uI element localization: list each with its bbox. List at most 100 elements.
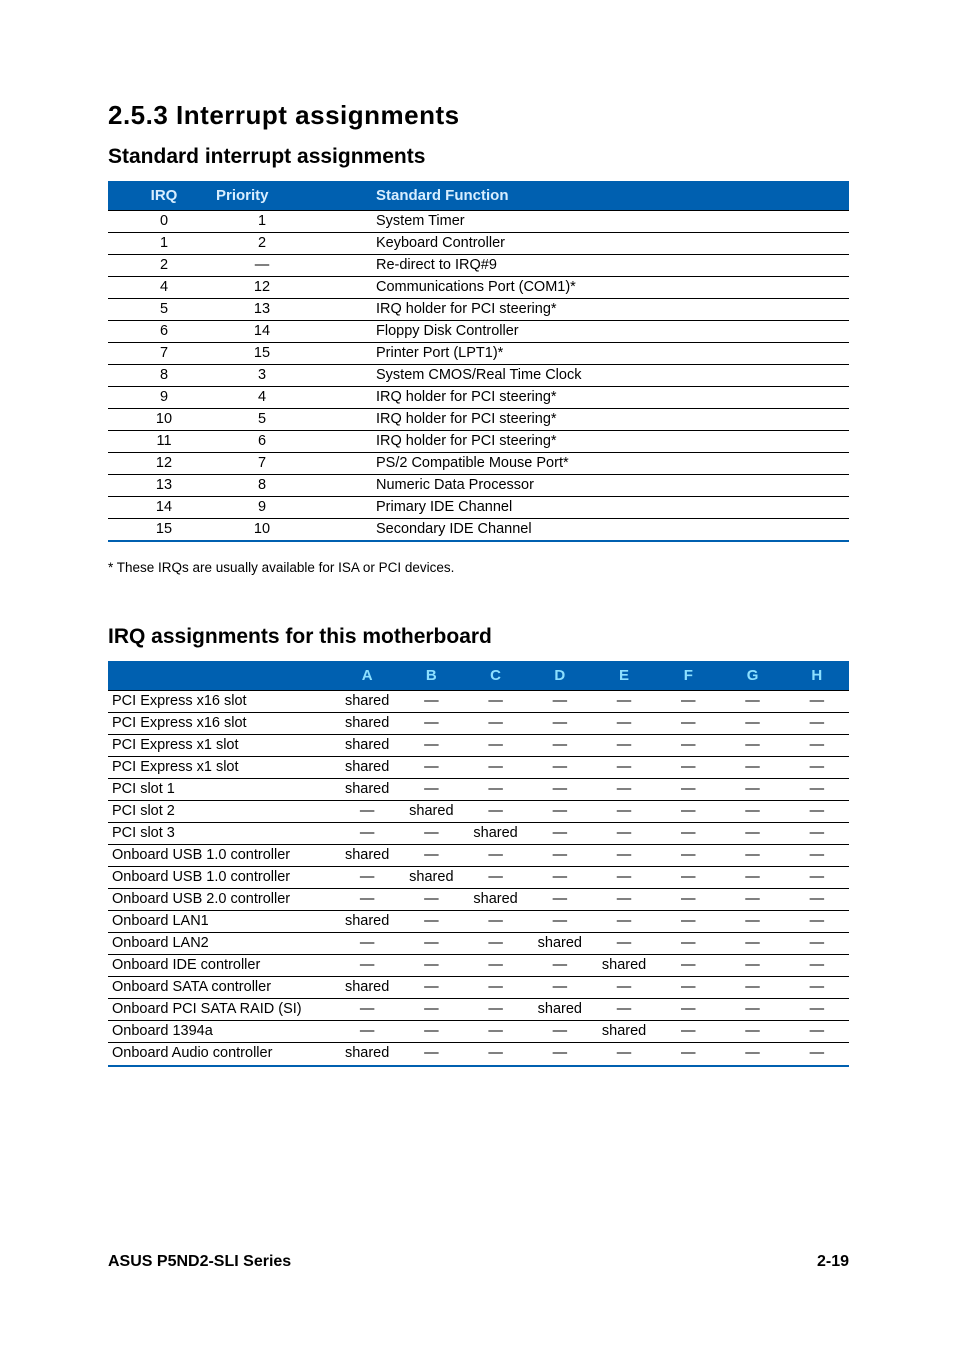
cell: shared (335, 977, 399, 999)
cell: 10 (208, 519, 368, 542)
cell: — (463, 977, 527, 999)
cell: 8 (108, 365, 208, 387)
device-cell: PCI slot 2 (108, 801, 335, 823)
cell: — (785, 1021, 849, 1043)
cell: — (720, 999, 784, 1021)
cell: — (399, 823, 463, 845)
col-c: C (463, 661, 527, 691)
table-row: Onboard PCI SATA RAID (SI)———shared———— (108, 999, 849, 1021)
cell: 11 (108, 431, 208, 453)
cell: — (528, 911, 592, 933)
table-row: 149Primary IDE Channel (108, 497, 849, 519)
cell: — (785, 933, 849, 955)
cell: — (720, 889, 784, 911)
cell: Keyboard Controller (368, 233, 849, 255)
cell: 2 (108, 255, 208, 277)
device-cell: PCI Express x16 slot (108, 691, 335, 713)
motherboard-irq-table: A B C D E F G H PCI Express x16 slotshar… (108, 661, 849, 1066)
section-heading: 2.5.3 Interrupt assignments (108, 100, 849, 131)
cell: — (463, 757, 527, 779)
cell: shared (528, 933, 592, 955)
cell: — (785, 955, 849, 977)
cell: — (528, 867, 592, 889)
cell: — (335, 889, 399, 911)
col-g: G (720, 661, 784, 691)
cell: — (399, 933, 463, 955)
device-cell: Onboard Audio controller (108, 1043, 335, 1066)
cell: — (656, 933, 720, 955)
cell: — (463, 1021, 527, 1043)
device-cell: Onboard LAN1 (108, 911, 335, 933)
cell: shared (592, 955, 656, 977)
table-row: 83System CMOS/Real Time Clock (108, 365, 849, 387)
cell: — (463, 911, 527, 933)
cell: — (785, 999, 849, 1021)
cell: — (720, 691, 784, 713)
device-cell: Onboard 1394a (108, 1021, 335, 1043)
table-row: 01System Timer (108, 211, 849, 233)
cell: — (463, 999, 527, 1021)
cell: — (656, 845, 720, 867)
cell: 12 (208, 277, 368, 299)
device-cell: Onboard USB 1.0 controller (108, 867, 335, 889)
cell: — (720, 911, 784, 933)
cell: — (785, 911, 849, 933)
cell: — (656, 735, 720, 757)
device-cell: Onboard IDE controller (108, 955, 335, 977)
table-row: 412Communications Port (COM1)* (108, 277, 849, 299)
cell: — (656, 889, 720, 911)
cell: — (463, 933, 527, 955)
cell: — (528, 1021, 592, 1043)
cell: — (399, 691, 463, 713)
cell: 14 (208, 321, 368, 343)
cell: 9 (208, 497, 368, 519)
cell: shared (335, 691, 399, 713)
cell: — (399, 955, 463, 977)
cell: 5 (208, 409, 368, 431)
cell: — (720, 757, 784, 779)
device-cell: PCI Express x1 slot (108, 735, 335, 757)
table-row: PCI Express x1 slotshared——————— (108, 735, 849, 757)
device-cell: Onboard PCI SATA RAID (SI) (108, 999, 335, 1021)
table-row: 1510Secondary IDE Channel (108, 519, 849, 542)
device-cell: Onboard LAN2 (108, 933, 335, 955)
cell: — (656, 955, 720, 977)
device-cell: PCI Express x16 slot (108, 713, 335, 735)
cell: shared (335, 1043, 399, 1066)
cell: — (335, 999, 399, 1021)
cell: — (399, 1021, 463, 1043)
cell: — (335, 933, 399, 955)
cell: 2 (208, 233, 368, 255)
table-row: PCI slot 3——shared————— (108, 823, 849, 845)
cell: 13 (108, 475, 208, 497)
cell: — (463, 691, 527, 713)
cell: — (592, 757, 656, 779)
cell: 15 (208, 343, 368, 365)
cell: — (528, 955, 592, 977)
cell: — (720, 735, 784, 757)
cell: Re-direct to IRQ#9 (368, 255, 849, 277)
cell: — (785, 1043, 849, 1066)
cell: 5 (108, 299, 208, 321)
device-cell: PCI slot 1 (108, 779, 335, 801)
page-footer: ASUS P5ND2-SLI Series 2-19 (108, 1253, 849, 1271)
cell: — (656, 977, 720, 999)
table-row: Onboard USB 1.0 controllershared——————— (108, 845, 849, 867)
cell: shared (463, 823, 527, 845)
cell: — (399, 911, 463, 933)
table-row: PCI slot 2—shared—————— (108, 801, 849, 823)
cell: — (656, 1043, 720, 1066)
cell: shared (335, 735, 399, 757)
cell: 6 (108, 321, 208, 343)
cell: 13 (208, 299, 368, 321)
cell: — (720, 933, 784, 955)
table-row: 614Floppy Disk Controller (108, 321, 849, 343)
device-cell: PCI Express x1 slot (108, 757, 335, 779)
cell: 12 (108, 453, 208, 475)
cell: shared (463, 889, 527, 911)
cell: shared (399, 867, 463, 889)
cell: — (463, 955, 527, 977)
cell: 1 (208, 211, 368, 233)
col-b: B (399, 661, 463, 691)
cell: — (720, 779, 784, 801)
